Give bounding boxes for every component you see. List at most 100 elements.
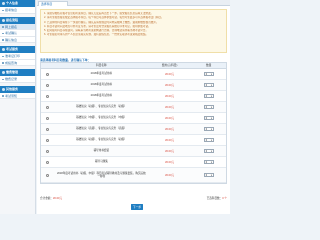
sidebar-group-header[interactable]: 个人信息 — [0, 0, 35, 7]
subject-table: 科目名称 费用(元/科目) 数量 2018年度考试用书 ¥0.00元 0 ▾ 2018年… — [40, 62, 227, 184]
bullet-icon — [2, 95, 4, 97]
subject-name: 2018年度考试用书（初级、中级）科目考试辅导教材及习题集套装，购买后统一邮寄 — [56, 171, 146, 178]
quantity-cell: 0 ▾ — [191, 72, 226, 76]
sidebar-item-label: 缴费记录 — [5, 77, 18, 81]
subject-name: 基础知识（高级）、专业知识与实务（高级） — [76, 127, 127, 131]
quantity-value: 0 — [205, 128, 208, 131]
select-radio[interactable] — [46, 138, 49, 142]
table-row: 2018年度考试用书 ¥0.00元 0 ▾ — [41, 80, 226, 91]
sidebar-item-confirm-info[interactable]: 确认信息 — [0, 36, 35, 43]
notice-line: 2. 请考生按照报名规定选择报考科目，每个科目可选择参加考试，每位考生最多可以选… — [44, 15, 164, 19]
radio-cell — [41, 116, 55, 120]
selected-count-label: 已选科目数： — [206, 197, 223, 200]
quantity-cell: 0 ▾ — [191, 149, 226, 153]
info-icon — [1, 87, 5, 91]
chevron-down-icon: ▾ — [210, 84, 213, 87]
quantity-cell: 0 ▾ — [191, 127, 226, 131]
sidebar-item-exam-info[interactable]: 报考信息 — [0, 7, 35, 14]
subject-name: 2018年度考试用书 — [90, 94, 113, 98]
selected-count: 已选科目数：0 个 — [207, 196, 227, 201]
table-row: 基础知识（初级）、专业知识与实务（初级） ¥0.00元 0 ▾ — [41, 102, 226, 113]
sidebar-group-title: 报名流程 — [6, 17, 19, 22]
bullet-icon — [2, 32, 4, 34]
subject-price: ¥0.00元 — [165, 150, 175, 153]
select-radio[interactable] — [46, 160, 49, 164]
select-radio[interactable] — [46, 105, 49, 109]
radio-cell — [41, 160, 55, 164]
user-icon — [1, 2, 5, 5]
summary-bar: 合计金额：¥0.00元 已选科目数：0 个 — [40, 196, 227, 201]
bullet-icon — [2, 26, 4, 28]
subject-name: 辅导习题集 — [94, 160, 108, 164]
tab-bar: 选择科目 — [37, 0, 230, 6]
table-row: 基础知识（高级）、专业知识与实务（高级） ¥0.00元 0 ▾ — [41, 124, 226, 135]
select-radio[interactable] — [46, 149, 49, 153]
subject-price: ¥0.00元 — [165, 106, 175, 109]
subject-name: 2018年度考试用书 — [90, 83, 113, 87]
quantity-select[interactable]: 0 ▾ — [203, 116, 214, 120]
sidebar-item-exam-notes[interactable]: 考试须知 — [0, 92, 35, 99]
subject-price: ¥0.00元 — [165, 95, 175, 98]
quantity-value: 0 — [205, 139, 208, 142]
subject-price: ¥0.00元 — [165, 73, 175, 76]
tab-select-subject[interactable]: 选择科目 — [38, 0, 68, 6]
quantity-select[interactable]: 0 ▾ — [203, 127, 214, 131]
notice-line: 3. 已选择的科目将在下一步进行确认，确认后请在规定时间内完成网上缴费，逾期未缴… — [44, 20, 159, 24]
select-radio[interactable] — [46, 127, 49, 131]
sidebar-group: 个人信息 报考信息 — [0, 0, 35, 14]
radio-cell — [41, 127, 55, 131]
chevron-down-icon: ▾ — [210, 128, 213, 131]
sidebar-item-payment-record[interactable]: 缴费记录 — [0, 76, 35, 83]
select-radio[interactable] — [46, 72, 49, 76]
quantity-value: 0 — [205, 174, 208, 177]
select-radio[interactable] — [46, 173, 49, 177]
chevron-down-icon: ▾ — [210, 150, 213, 153]
sidebar-group: 其他服务 考试须知 — [0, 85, 35, 99]
quantity-select[interactable]: 0 ▾ — [203, 138, 214, 142]
quantity-cell: 0 ▾ — [191, 160, 226, 164]
total-amount: 合计金额：¥0.00元 — [40, 196, 62, 201]
sidebar-group-header[interactable]: 其他服务 — [0, 85, 35, 93]
quantity-select[interactable]: 0 ▾ — [203, 72, 214, 76]
radio-cell — [41, 105, 55, 109]
select-radio[interactable] — [46, 94, 49, 98]
quantity-select[interactable]: 0 ▾ — [203, 160, 214, 164]
sidebar-group-title: 缴费管理 — [6, 70, 19, 74]
quantity-value: 0 — [205, 84, 208, 87]
total-amount-label: 合计金额： — [40, 197, 53, 200]
chevron-down-icon: ▾ — [210, 95, 213, 98]
subject-price: ¥0.00元 — [165, 174, 175, 177]
notice-line: 4. 科目考试时间及地点以准考证为准，请考生及时登录报名系统打印准考证，按时参加… — [44, 24, 151, 28]
column-header: 费用(元/科目) — [161, 64, 178, 67]
sidebar-group: 缴费管理 缴费记录 — [0, 69, 35, 83]
radio-cell — [41, 149, 55, 153]
quantity-value: 0 — [205, 150, 208, 153]
bullet-icon — [2, 9, 4, 11]
sidebar-group-header[interactable]: 考试服务 — [0, 46, 35, 53]
chevron-down-icon: ▾ — [210, 106, 213, 109]
sidebar-group-header[interactable]: 报名流程 — [0, 16, 35, 24]
column-header — [41, 63, 55, 68]
subject-price: ¥0.00元 — [165, 128, 175, 131]
total-amount-value: ¥0.00元 — [52, 197, 63, 200]
bullet-icon — [2, 62, 4, 64]
subject-name: 基础知识（初级）、专业知识与实务（初级） — [76, 105, 127, 109]
sidebar-item-label: 报考信息 — [5, 8, 18, 12]
chevron-down-icon: ▾ — [210, 139, 213, 142]
sidebar-group-header[interactable]: 缴费管理 — [0, 69, 35, 76]
quantity-select[interactable]: 0 ▾ — [203, 173, 214, 177]
table-row: 辅导习题集 ¥0.00元 0 ▾ — [41, 157, 226, 168]
quantity-select[interactable]: 0 ▾ — [203, 149, 214, 153]
quantity-value: 0 — [205, 161, 208, 164]
next-step-button[interactable]: 下一步 — [131, 204, 143, 210]
subject-price: ¥0.00元 — [165, 161, 175, 164]
quantity-select[interactable]: 0 ▾ — [203, 94, 214, 98]
main-content: 选择科目 1. 请您仔细核对报考信息和考试科目，确认无误后再点击下一步，提交报名… — [37, 0, 230, 214]
select-radio[interactable] — [46, 83, 49, 87]
subject-price: ¥0.00元 — [165, 117, 175, 120]
quantity-select[interactable]: 0 ▾ — [203, 105, 214, 109]
select-radio[interactable] — [46, 116, 49, 120]
sidebar-item-score-query[interactable]: 成绩查询 — [0, 59, 35, 66]
quantity-select[interactable]: 0 ▾ — [203, 83, 214, 87]
notice-line: 5. 如对报考科目存在疑问，请联系当地考试机构进行咨询，咨询电话请查看当地考试公… — [44, 29, 149, 33]
